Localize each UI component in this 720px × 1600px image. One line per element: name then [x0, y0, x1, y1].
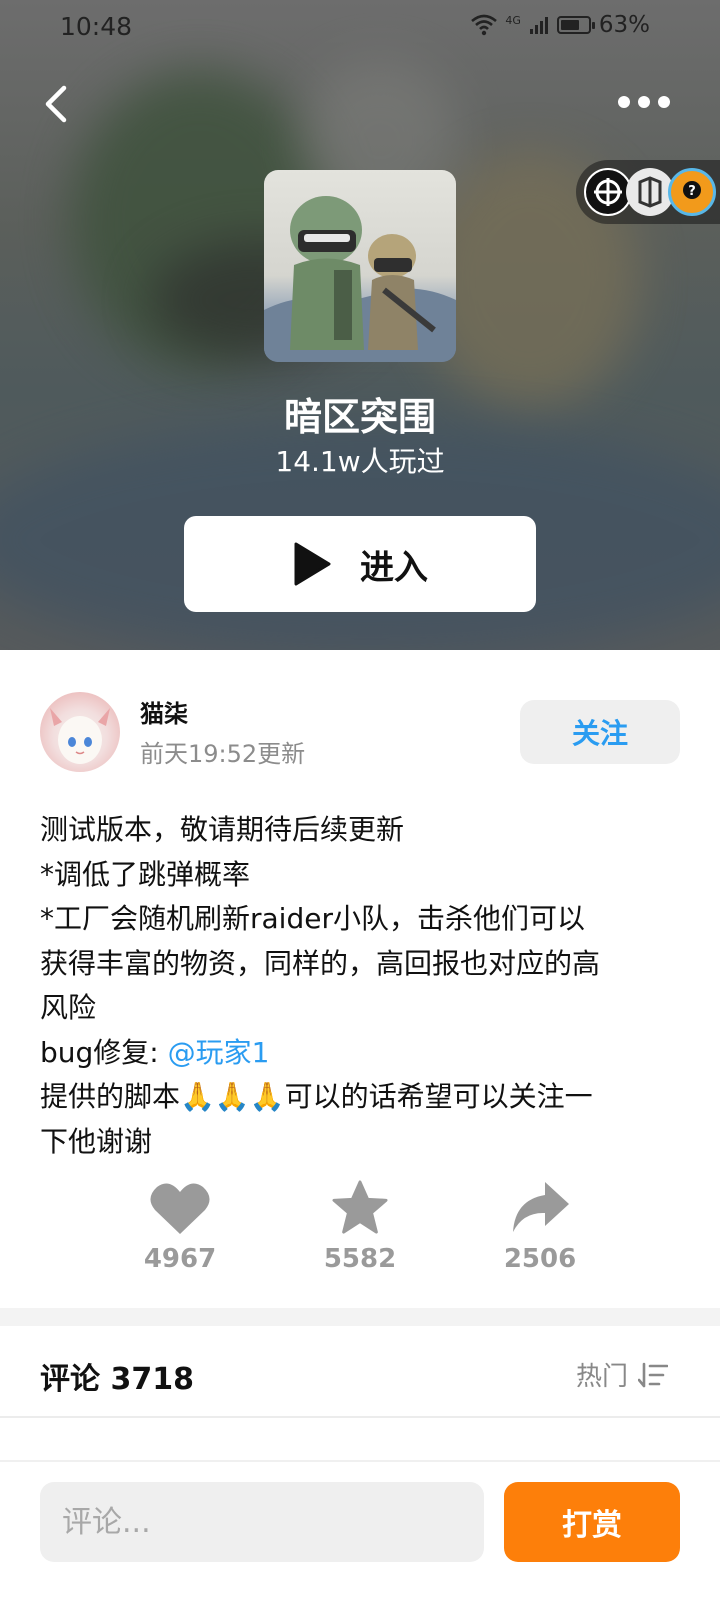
- post-description: 测试版本，敬请期待后续更新 *调低了跳弹概率 *工厂会随机刷新raider小队，…: [40, 808, 690, 1164]
- description-line: *调低了跳弹概率: [40, 857, 251, 891]
- share-count: 2506: [503, 1244, 577, 1274]
- description-line: bug修复: @玩家1: [40, 1031, 690, 1076]
- star-icon: [332, 1180, 388, 1234]
- bottom-bar: 打赏: [0, 1460, 720, 1600]
- favorite-button[interactable]: 5582: [300, 1180, 420, 1274]
- like-count: 4967: [143, 1244, 217, 1274]
- like-button[interactable]: 4967: [120, 1180, 240, 1274]
- signal-icon: [529, 17, 548, 34]
- wifi-icon: [471, 14, 498, 36]
- description-line: 提供的脚本🙏🙏🙏可以的话希望可以关注一: [40, 1075, 690, 1120]
- game-title: 暗区突围: [283, 395, 436, 439]
- user-mention-link[interactable]: @玩家1: [168, 1036, 270, 1069]
- heart-icon: [150, 1183, 210, 1234]
- comments-divider: [0, 1416, 720, 1418]
- description-line: 风险: [40, 991, 97, 1024]
- help-tool-icon[interactable]: ?: [668, 168, 716, 216]
- bugfix-prefix: bug修复:: [40, 1035, 168, 1069]
- network-type: 4G: [505, 13, 521, 27]
- more-options-button[interactable]: [618, 96, 670, 108]
- cube-tool-icon[interactable]: [626, 168, 674, 216]
- enter-game-label: 进入: [360, 547, 428, 588]
- game-icon: [264, 170, 456, 362]
- back-button[interactable]: [36, 82, 80, 126]
- game-hero: 10:48 4G 63% ? 暗区突围 14.1w人玩过 进入: [0, 0, 720, 650]
- share-button[interactable]: 2506: [480, 1180, 600, 1274]
- favorite-count: 5582: [323, 1244, 397, 1274]
- description-line: 获得丰富的物资，同样的，高回报也对应的高: [40, 946, 601, 980]
- battery-icon: [556, 16, 595, 34]
- comments-header: 评论 3718 热门: [0, 1326, 720, 1416]
- comment-input[interactable]: [40, 1482, 484, 1562]
- status-bar: 10:48 4G 63%: [0, 0, 720, 54]
- follow-button[interactable]: 关注: [520, 700, 680, 764]
- anime-avatar-icon: [50, 708, 110, 764]
- description-line: *工厂会随机刷新raider小队，击杀他们可以: [40, 902, 585, 935]
- sort-button[interactable]: 热门: [576, 1356, 668, 1393]
- crosshair-icon[interactable]: [584, 168, 632, 216]
- comments-title: 评论 3718: [40, 1362, 194, 1397]
- script-credit-text: 提供的脚本: [40, 1080, 181, 1113]
- more-dot-icon: [618, 96, 630, 108]
- more-dot-icon: [638, 96, 650, 108]
- sort-icon: [638, 1362, 668, 1387]
- more-dot-icon: [658, 96, 670, 108]
- enter-game-button[interactable]: 进入: [184, 516, 536, 612]
- share-arrow-icon: [513, 1182, 569, 1232]
- author-name[interactable]: 猫柒: [140, 694, 188, 729]
- sort-label: 热门: [575, 1362, 628, 1392]
- game-play-count: 14.1w人玩过: [275, 445, 445, 478]
- battery-percent: 63%: [598, 12, 650, 38]
- follow-request-text: 可以的话希望可以关注一: [284, 1080, 593, 1113]
- action-bar: 4967 5582 2506: [0, 1180, 720, 1290]
- description-line: 测试版本，敬请期待后续更新: [40, 813, 405, 846]
- status-icons: 4G 63%: [471, 12, 650, 38]
- soldier-artwork-icon: [264, 196, 456, 362]
- update-time: 前天19:52更新: [140, 740, 306, 768]
- author-avatar[interactable]: [40, 692, 120, 772]
- pray-emoji-icon: 🙏🙏🙏: [180, 1080, 285, 1113]
- svg-text:?: ?: [688, 184, 696, 199]
- floating-tools-bar[interactable]: ?: [576, 160, 720, 224]
- play-icon: [294, 542, 331, 586]
- status-time: 10:48: [60, 12, 133, 41]
- chevron-left-icon: [45, 85, 67, 123]
- section-divider: [0, 1308, 720, 1326]
- tip-button[interactable]: 打赏: [504, 1482, 680, 1562]
- description-line: 下他谢谢: [40, 1124, 153, 1158]
